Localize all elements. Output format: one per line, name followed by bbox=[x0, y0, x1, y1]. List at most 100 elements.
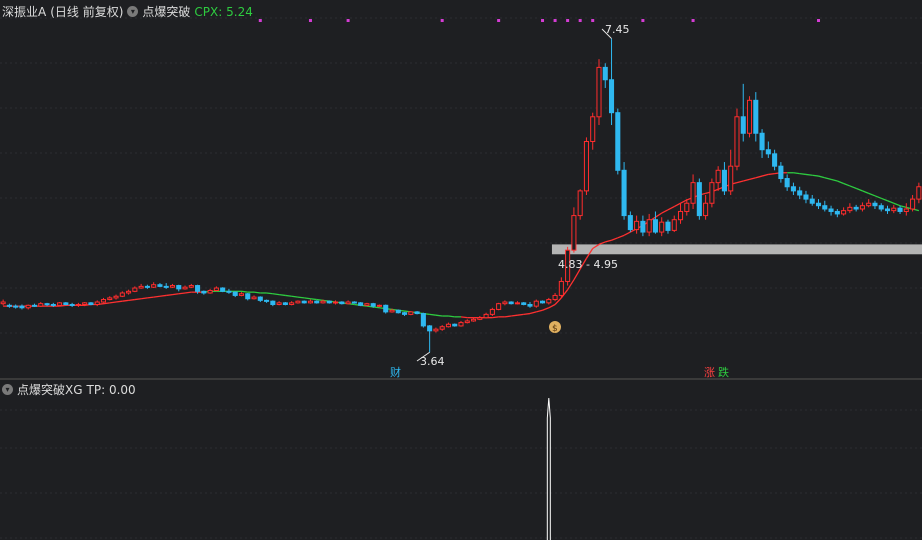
ma-segment bbox=[153, 295, 161, 298]
candle-body bbox=[903, 208, 909, 212]
ma-segment bbox=[799, 172, 807, 176]
ma-segment bbox=[297, 296, 305, 299]
candle bbox=[383, 304, 389, 314]
candle-body bbox=[395, 309, 401, 314]
candle bbox=[734, 108, 740, 171]
candle bbox=[69, 302, 75, 307]
candle-body bbox=[314, 300, 320, 304]
candle bbox=[634, 215, 640, 234]
candle-body bbox=[144, 285, 150, 288]
ma-segment bbox=[761, 173, 769, 177]
candle-body bbox=[608, 79, 615, 114]
candle bbox=[452, 323, 458, 327]
candle-body bbox=[433, 328, 439, 332]
ma-segment bbox=[837, 180, 844, 185]
candle-body bbox=[590, 116, 596, 142]
signal-dot bbox=[541, 19, 545, 22]
candle bbox=[126, 289, 132, 295]
candle-body bbox=[38, 303, 44, 307]
candle bbox=[264, 299, 270, 303]
ma-segment bbox=[435, 314, 443, 317]
candle-body bbox=[671, 219, 677, 231]
candle bbox=[395, 309, 401, 314]
ma-segment bbox=[316, 298, 324, 302]
candle-body bbox=[753, 99, 759, 134]
chevron-down-icon[interactable]: ▾ bbox=[127, 6, 139, 17]
signal-chart[interactable] bbox=[0, 380, 922, 540]
ma-segment bbox=[887, 200, 895, 204]
candle bbox=[872, 200, 878, 209]
candle bbox=[828, 205, 834, 216]
ma-segment bbox=[285, 294, 292, 297]
high-price-label: 7.45 bbox=[605, 23, 630, 36]
candle-body bbox=[94, 301, 100, 305]
candle-body bbox=[784, 178, 790, 188]
candle bbox=[364, 302, 370, 307]
candle bbox=[677, 203, 684, 224]
ma-segment bbox=[272, 293, 280, 296]
candle-body bbox=[289, 302, 295, 305]
ma-segment bbox=[536, 309, 543, 313]
candle bbox=[878, 203, 884, 212]
candle bbox=[57, 302, 63, 307]
main-chart-panel[interactable]: 7.45 3.64 4.83 - 4.95 财 涨 跌 $ 深振业A (日线 前… bbox=[0, 0, 922, 378]
ma-segment bbox=[667, 205, 675, 211]
candle bbox=[640, 215, 646, 237]
candle-body bbox=[521, 302, 527, 305]
candle-body bbox=[126, 290, 132, 294]
candle bbox=[552, 292, 558, 302]
candle-body bbox=[245, 293, 251, 300]
candle bbox=[276, 301, 282, 306]
candle bbox=[213, 286, 219, 292]
candle bbox=[502, 300, 508, 306]
candle-body bbox=[696, 182, 702, 217]
candle-body bbox=[709, 182, 715, 204]
ma-segment bbox=[310, 298, 317, 301]
candle-body bbox=[119, 292, 125, 297]
candle-body bbox=[464, 320, 470, 324]
candle-body bbox=[75, 303, 81, 306]
candle-body bbox=[866, 202, 872, 207]
candle-body bbox=[577, 190, 583, 217]
candle bbox=[627, 211, 633, 233]
indicator-name[interactable]: 点爆突破 bbox=[142, 3, 190, 20]
candle bbox=[445, 322, 451, 328]
candle bbox=[602, 63, 608, 88]
ma-segment bbox=[749, 177, 756, 180]
candle-body bbox=[238, 293, 245, 296]
range-band-rect bbox=[551, 244, 922, 255]
ma-segment bbox=[611, 237, 619, 241]
candle-body bbox=[301, 300, 307, 304]
candle-body bbox=[439, 326, 445, 330]
ma-segment bbox=[517, 313, 524, 316]
candle bbox=[615, 108, 621, 175]
candle bbox=[809, 195, 815, 206]
candle-body bbox=[351, 301, 357, 304]
candle bbox=[583, 137, 589, 195]
ma-segment bbox=[460, 316, 468, 319]
candle bbox=[0, 299, 6, 306]
candle bbox=[176, 284, 182, 292]
sub-indicator-name[interactable]: 点爆突破XG bbox=[17, 381, 83, 398]
candle-body bbox=[169, 285, 176, 288]
candle-body bbox=[690, 182, 696, 204]
candle-body bbox=[50, 303, 56, 306]
candle bbox=[853, 204, 859, 212]
candle-body bbox=[483, 313, 489, 319]
candle-body bbox=[508, 301, 514, 305]
money-bag-symbol: $ bbox=[552, 324, 558, 334]
candle-body bbox=[408, 311, 414, 315]
candle-body bbox=[445, 323, 451, 328]
candle bbox=[427, 325, 433, 353]
candle bbox=[897, 205, 903, 214]
candle bbox=[63, 302, 69, 306]
candle bbox=[577, 189, 583, 220]
tp-signal-peak bbox=[546, 397, 551, 419]
candle bbox=[546, 297, 552, 305]
ma-segment bbox=[673, 202, 681, 208]
chevron-down-icon[interactable]: ▾ bbox=[2, 384, 13, 395]
candle bbox=[138, 283, 144, 289]
sub-chart-panel[interactable]: ▾ 点爆突破XG TP: 0.00 bbox=[0, 380, 922, 540]
candlestick-chart[interactable]: 7.45 3.64 4.83 - 4.95 财 涨 跌 $ bbox=[0, 0, 922, 378]
candle-body bbox=[822, 205, 828, 210]
